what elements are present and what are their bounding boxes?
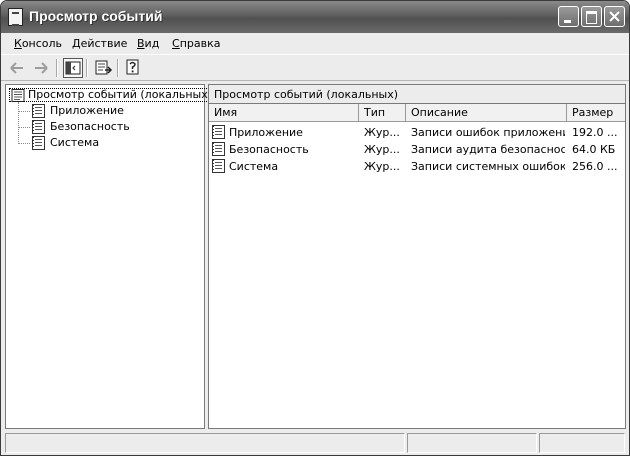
tree-item-label: Просмотр событий (локальных)	[28, 88, 213, 101]
cell-type: Жур...	[364, 160, 400, 173]
log-icon	[212, 159, 225, 173]
cell-name: Система	[229, 160, 279, 173]
tree-item-label: Система	[50, 136, 100, 149]
window-title: Просмотр событий	[29, 8, 163, 24]
cell-type: Жур...	[364, 143, 400, 156]
log-icon	[32, 104, 45, 118]
log-icon	[32, 120, 45, 134]
cell-description: Записи аудита безопасности	[411, 143, 565, 156]
menu-help[interactable]: Справка	[172, 37, 220, 50]
menu-view[interactable]: Вид	[137, 37, 159, 50]
toolbar	[1, 54, 629, 81]
table-row[interactable]: Приложение Жур... Записи ошибок приложен…	[209, 125, 625, 141]
tree-item-security[interactable]: Безопасность	[18, 120, 130, 134]
forward-arrow-icon	[35, 62, 48, 74]
help-button[interactable]	[123, 58, 143, 78]
export-list-button[interactable]	[93, 58, 113, 78]
status-panel	[539, 433, 625, 453]
column-header-size[interactable]: Размер	[567, 104, 625, 122]
minimize-button[interactable]	[558, 6, 579, 27]
cell-type: Жур...	[364, 126, 400, 139]
show-hide-tree-button[interactable]	[63, 58, 83, 78]
cell-size: 64.0 КБ	[572, 143, 616, 156]
tree-item-application[interactable]: Приложение	[18, 104, 124, 118]
cell-name: Безопасность	[229, 143, 309, 156]
cell-size: 256.0 ...	[572, 160, 618, 173]
table-row[interactable]: Безопасность Жур... Записи аудита безопа…	[209, 142, 625, 158]
toolbar-separator	[56, 59, 58, 77]
tree-item-label: Безопасность	[50, 120, 130, 133]
status-panel	[5, 433, 405, 453]
show-hide-tree-icon	[65, 61, 81, 75]
event-viewer-icon	[8, 8, 23, 26]
log-icon	[32, 136, 45, 150]
column-header-type[interactable]: Тип	[359, 104, 406, 122]
details-pane: Просмотр событий (локальных) Имя Тип Опи…	[208, 84, 626, 429]
column-header-name[interactable]: Имя	[209, 104, 359, 122]
tree-item-label: Приложение	[50, 104, 124, 117]
logs-list[interactable]: Имя Тип Описание Размер Приложение Жур..…	[208, 103, 626, 429]
export-list-icon	[95, 60, 113, 75]
toolbar-separator	[86, 59, 88, 77]
log-icon	[212, 125, 225, 139]
help-icon	[126, 59, 139, 75]
menu-console[interactable]: Консоль	[14, 37, 62, 50]
log-icon	[212, 142, 225, 156]
cell-description: Записи ошибок приложений	[411, 126, 565, 139]
back-button[interactable]	[7, 58, 27, 78]
menu-action[interactable]: Действие	[72, 37, 127, 50]
toolbar-separator	[117, 59, 119, 77]
maximize-button[interactable]	[581, 6, 602, 27]
status-bar	[1, 430, 629, 455]
details-pane-header: Просмотр событий (локальных)	[208, 84, 626, 103]
status-panel	[407, 433, 537, 453]
cell-name: Приложение	[229, 126, 303, 139]
back-arrow-icon	[10, 62, 23, 74]
console-tree: Просмотр событий (локальных) Приложение …	[5, 84, 216, 429]
forward-button[interactable]	[31, 58, 51, 78]
tree-item-event-viewer-local[interactable]: Просмотр событий (локальных)	[9, 88, 216, 102]
close-button[interactable]	[604, 6, 625, 27]
tree-item-system[interactable]: Система	[17, 136, 100, 150]
table-row[interactable]: Система Жур... Записи системных ошибок 2…	[209, 159, 625, 175]
event-viewer-window: Просмотр событий Консоль Действие Вид Сп…	[0, 0, 630, 456]
column-header-description[interactable]: Описание	[406, 104, 567, 122]
cell-description: Записи системных ошибок	[411, 160, 565, 173]
menu-bar: Консоль Действие Вид Справка	[1, 33, 629, 53]
close-icon	[609, 11, 620, 22]
cell-size: 192.0 ...	[572, 126, 618, 139]
title-bar[interactable]: Просмотр событий	[1, 1, 629, 33]
